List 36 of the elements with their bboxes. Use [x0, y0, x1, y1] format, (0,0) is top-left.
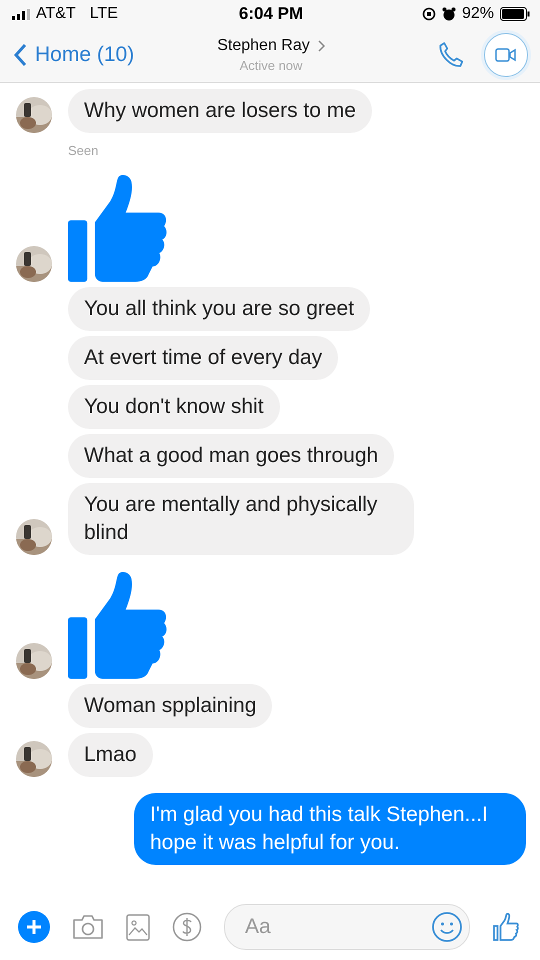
thumbs-up-icon: [68, 174, 168, 282]
video-camera-icon: [495, 48, 517, 62]
alarm-icon: [442, 7, 456, 21]
camera-button[interactable]: [72, 914, 104, 940]
message-bubble: Woman spplaining: [68, 684, 272, 728]
signal-icon: [12, 8, 30, 20]
add-button[interactable]: [18, 911, 50, 943]
back-button[interactable]: Home (10): [14, 43, 164, 67]
network-label: LTE: [90, 5, 118, 23]
thumbs-up-icon: [68, 571, 168, 679]
payment-button[interactable]: [172, 912, 202, 942]
message-bubble: Lmao: [68, 733, 153, 777]
gallery-button[interactable]: [126, 914, 150, 940]
chevron-left-icon: [14, 43, 27, 67]
like-button[interactable]: [492, 913, 520, 941]
message-bubble: Why women are losers to me: [68, 89, 372, 133]
rotation-lock-icon: [422, 7, 436, 21]
emoji-icon[interactable]: [431, 911, 463, 943]
message-bubble: You are mentally and physically blind: [68, 483, 414, 555]
chevron-right-icon: [318, 40, 325, 52]
clock-time: 6:04 PM: [238, 4, 304, 24]
carrier-label: AT&T: [36, 5, 76, 23]
message-bubble: At evert time of every day: [68, 336, 338, 380]
battery-percent: 92%: [462, 5, 494, 23]
plus-icon: [26, 919, 42, 935]
message-bubble: I'm glad you had this talk Stephen...I hope it was helpful for you.: [134, 793, 526, 865]
seen-label: Seen: [68, 143, 100, 158]
message-field[interactable]: Aa: [224, 904, 470, 950]
battery-icon: [500, 7, 530, 21]
message-bubble: You don't know shit: [68, 385, 280, 429]
message-bubble: You all think you are so greet: [68, 287, 370, 331]
message-input[interactable]: Aa: [243, 914, 431, 940]
contact-name[interactable]: Stephen Ray: [217, 37, 325, 55]
video-call-button[interactable]: [484, 33, 528, 77]
presence-status: Active now: [240, 58, 302, 73]
message-bubble: What a good man goes through: [68, 434, 394, 478]
